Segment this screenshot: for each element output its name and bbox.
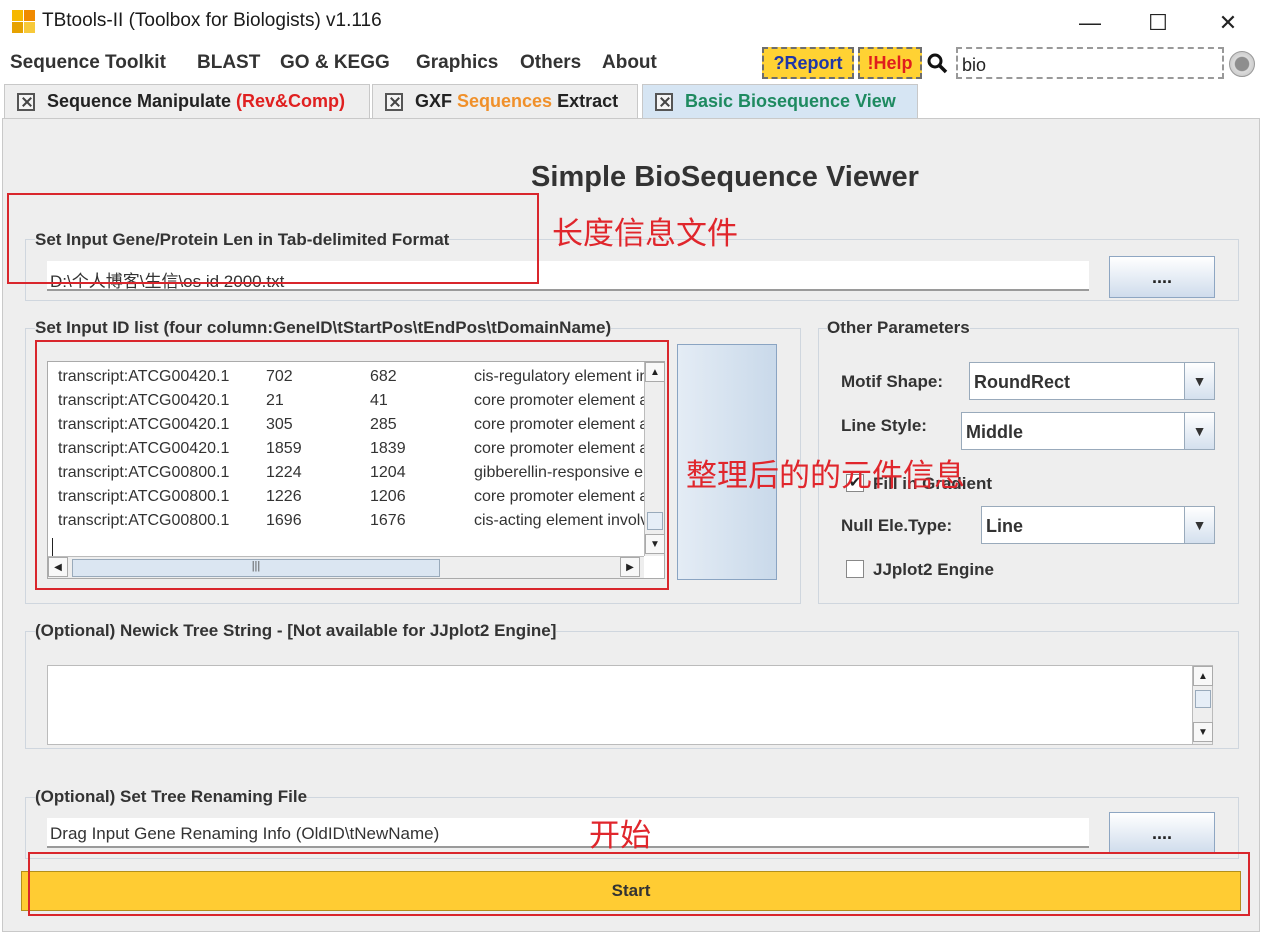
tree-vscrollbar[interactable]: ▲ ▼ — [1192, 666, 1213, 744]
tab-close-icon[interactable] — [17, 92, 35, 111]
window-title: TBtools-II (Toolbox for Biologists) v1.1… — [42, 10, 382, 31]
rename-file-browse-button[interactable]: .... — [1109, 812, 1215, 854]
line-style-value: Middle — [966, 422, 1023, 442]
menu-graphics[interactable]: Graphics — [416, 52, 498, 74]
annotation-text-len-file: 长度信息文件 — [552, 216, 738, 251]
status-circle-icon[interactable] — [1229, 51, 1255, 77]
annotation-box-start — [28, 852, 1250, 916]
rename-file-input[interactable]: Drag Input Gene Renaming Info (OldID\tNe… — [47, 818, 1089, 848]
tab-close-icon[interactable] — [385, 92, 403, 111]
tree-string-textarea[interactable]: ▲ ▼ — [47, 665, 1213, 745]
annotation-box-len-file — [7, 193, 539, 284]
jjplot-engine-label: JJplot2 Engine — [873, 560, 994, 579]
search-icon[interactable] — [926, 52, 948, 74]
menu-about[interactable]: About — [602, 52, 657, 74]
minimize-button[interactable]: — — [1066, 8, 1114, 38]
report-button[interactable]: ?Report — [762, 47, 854, 79]
jjplot-engine-checkbox[interactable] — [846, 560, 864, 578]
scroll-thumb[interactable] — [1195, 690, 1211, 708]
null-type-value: Line — [986, 516, 1024, 536]
menu-blast[interactable]: BLAST — [197, 52, 260, 74]
tab-label-accent: Sequences — [457, 91, 553, 111]
scroll-down-arrow-icon[interactable]: ▼ — [1193, 722, 1213, 742]
null-type-label: Null Ele.Type: — [841, 516, 953, 535]
tab-gxf-sequences-extract[interactable]: GXF Sequences Extract — [372, 84, 638, 118]
motif-shape-value: RoundRect — [974, 372, 1070, 392]
annotation-box-elements — [35, 340, 669, 590]
tab-label-accent: Basic Biosequence View — [685, 91, 896, 111]
rename-file-label: (Optional) Set Tree Renaming File — [35, 787, 308, 807]
annotation-text-elements: 整理后的的元件信息 — [686, 458, 965, 493]
scroll-up-arrow-icon[interactable]: ▲ — [1193, 666, 1213, 686]
tab-label-post: Extract — [552, 91, 619, 111]
minimize-icon: — — [1079, 10, 1101, 35]
maximize-icon: ☐ — [1148, 10, 1168, 35]
tab-label: GXF — [415, 91, 458, 111]
annotation-text-start: 开始 — [589, 818, 651, 853]
chevron-down-icon[interactable]: ▼ — [1184, 363, 1214, 399]
tab-basic-biosequence-view[interactable]: Basic Biosequence View — [642, 84, 918, 118]
null-type-select[interactable]: Line ▼ — [981, 506, 1215, 544]
tab-label-accent: (Rev&Comp) — [236, 91, 346, 111]
help-button[interactable]: !Help — [858, 47, 922, 79]
menu-others[interactable]: Others — [520, 52, 581, 74]
motif-shape-select[interactable]: RoundRect ▼ — [969, 362, 1215, 400]
menu-bar: Sequence Toolkit BLAST GO & KEGG Graphic… — [0, 44, 1264, 84]
line-style-label: Line Style: — [841, 416, 927, 435]
page-title: Simple BioSequence Viewer — [531, 161, 919, 193]
close-window-button[interactable]: ✕ — [1204, 8, 1252, 38]
close-icon: ✕ — [1218, 10, 1238, 35]
other-params-label: Other Parameters — [827, 318, 970, 338]
id-list-label: Set Input ID list (four column:GeneID\tS… — [35, 318, 612, 338]
motif-shape-label: Motif Shape: — [841, 372, 943, 391]
tab-close-icon[interactable] — [655, 92, 673, 111]
chevron-down-icon[interactable]: ▼ — [1184, 507, 1214, 543]
search-input[interactable]: bio — [956, 47, 1224, 79]
chevron-down-icon[interactable]: ▼ — [1184, 413, 1214, 449]
tree-string-label: (Optional) Newick Tree String - [Not ava… — [35, 621, 557, 641]
tab-sequence-manipulate[interactable]: Sequence Manipulate (Rev&Comp) — [4, 84, 370, 118]
tab-label: Sequence Manipulate — [47, 91, 237, 111]
maximize-button[interactable]: ☐ — [1134, 8, 1182, 38]
line-style-select[interactable]: Middle ▼ — [961, 412, 1215, 450]
tab-bar: Sequence Manipulate (Rev&Comp) GXF Seque… — [0, 84, 1264, 118]
app-logo-icon — [12, 10, 36, 34]
menu-sequence-toolkit[interactable]: Sequence Toolkit — [10, 52, 166, 74]
title-bar: TBtools-II (Toolbox for Biologists) v1.1… — [0, 0, 1264, 44]
menu-go-kegg[interactable]: GO & KEGG — [280, 52, 390, 74]
len-file-browse-button[interactable]: .... — [1109, 256, 1215, 298]
